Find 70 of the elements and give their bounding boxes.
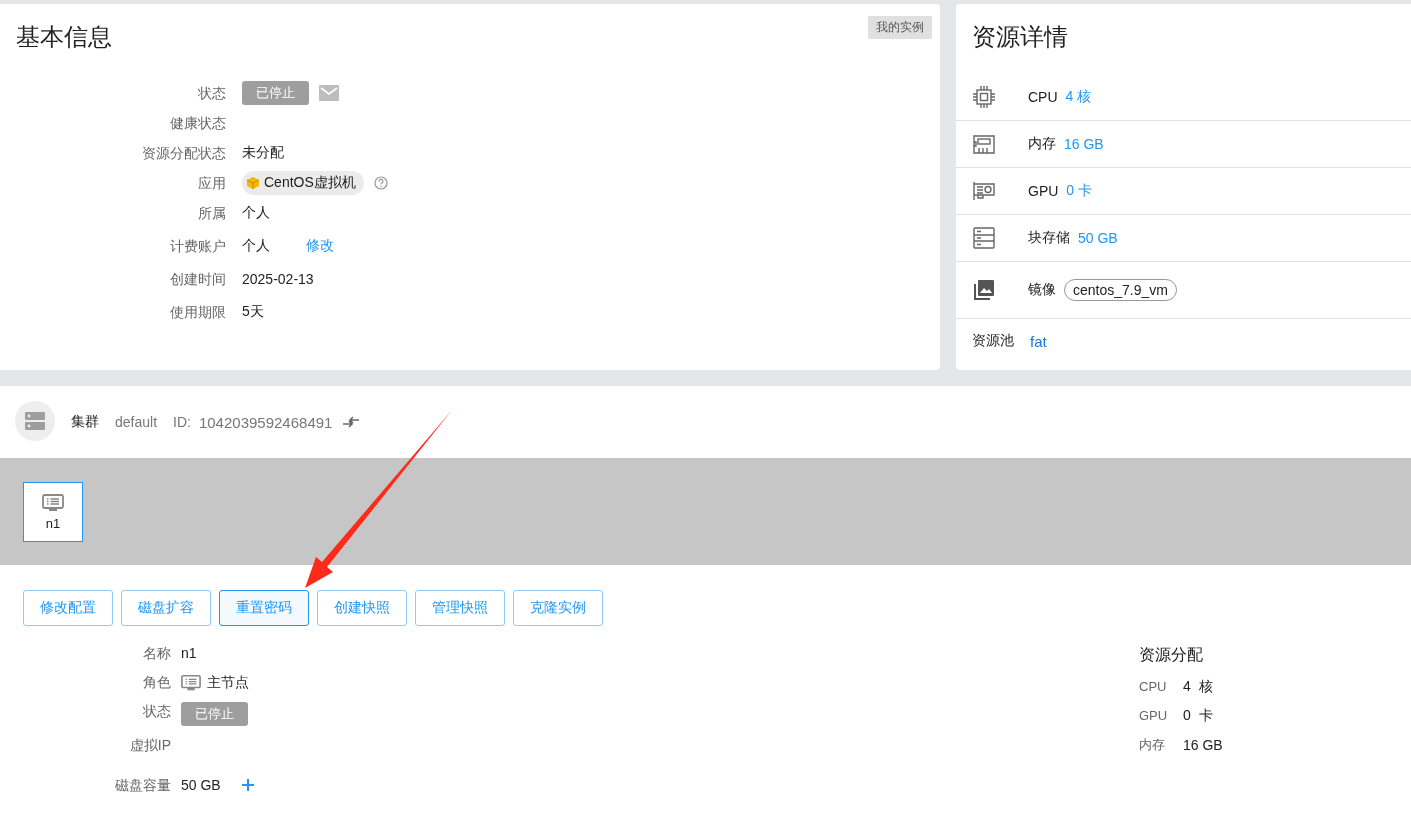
resource-value: 4 核 (1065, 88, 1092, 106)
field-value: 主节点 (207, 673, 249, 692)
resource-value: 16 GB (1064, 136, 1104, 152)
resource-value: 50 GB (1078, 230, 1118, 246)
field-label: 虚拟IP (128, 736, 171, 755)
field-label: 状态 (142, 702, 171, 721)
action-button[interactable]: 创建快照 (317, 590, 407, 626)
field-value: 5天 (242, 303, 264, 321)
allocation-label: GPU (1139, 708, 1169, 723)
field-value: 个人 (242, 204, 270, 222)
card-title: 资源详情 (972, 22, 1069, 52)
allocation-value: 16 GB (1183, 736, 1223, 753)
action-button[interactable]: 管理快照 (415, 590, 505, 626)
tag-badge: 我的实例 (868, 16, 932, 39)
allocation-value: 4 核 (1183, 677, 1213, 696)
storage-icon (972, 226, 996, 250)
cluster-id: 1042039592468491 (198, 413, 333, 431)
help-icon[interactable] (373, 176, 388, 190)
action-button[interactable]: 重置密码 (219, 590, 309, 626)
field-value: n1 (181, 644, 197, 663)
image-icon (972, 278, 996, 302)
node-tile[interactable]: n1 (23, 482, 83, 542)
action-button[interactable]: 克隆实例 (513, 590, 603, 626)
field-label: 所属 (197, 204, 226, 223)
field-label: 使用期限 (169, 303, 226, 322)
field-label: 计费账户 (169, 237, 226, 256)
field-label: 健康状态 (169, 114, 226, 133)
field-label: 资源分配状态 (141, 144, 226, 163)
memory-icon (972, 133, 996, 155)
field-label: 应用 (197, 174, 226, 193)
resource-value: 0 卡 (1066, 182, 1093, 200)
monitor-icon (42, 493, 64, 512)
resource-label: 块存储 (1028, 229, 1070, 247)
resource-label: GPU (1028, 183, 1059, 199)
cube-icon (246, 176, 260, 190)
field-value: 2025-02-13 (242, 271, 314, 287)
field-value: 未分配 (242, 144, 284, 162)
resource-label: CPU (1028, 89, 1058, 105)
field-label: 角色 (142, 673, 171, 692)
chip-icon (972, 85, 996, 109)
field-value: 50 GB (181, 776, 221, 795)
field-label: 磁盘容量 (114, 776, 171, 795)
resource-label: 镜像 (1028, 281, 1056, 299)
edit-link[interactable]: 修改 (306, 237, 334, 255)
id-label: ID: (173, 414, 191, 430)
field-label: 创建时间 (169, 270, 226, 289)
status-badge: 已停止 (242, 81, 309, 105)
allocation-value: 0 卡 (1183, 706, 1213, 725)
graphics-card-icon (972, 180, 996, 202)
server-icon (25, 412, 45, 430)
action-button[interactable]: 修改配置 (23, 590, 113, 626)
mail-icon[interactable] (319, 85, 339, 101)
field-label: 状态 (197, 84, 226, 103)
card-title: 基本信息 (16, 22, 112, 52)
cluster-name: default (115, 414, 158, 430)
monitor-icon (181, 673, 201, 692)
resource-label: 内存 (1028, 135, 1056, 153)
swap-arrows-icon[interactable] (342, 416, 361, 428)
section-title: 资源分配 (1139, 645, 1204, 665)
cluster-label: 集群 (71, 413, 99, 431)
pool-value[interactable]: fat (1030, 332, 1047, 350)
field-label: 名称 (142, 644, 171, 663)
app-chip[interactable]: CentOS虚拟机 (242, 171, 364, 195)
add-icon[interactable] (240, 778, 255, 792)
status-badge: 已停止 (181, 702, 248, 726)
pool-label: 资源池 (972, 332, 1014, 350)
action-button[interactable]: 磁盘扩容 (121, 590, 211, 626)
allocation-label: CPU (1139, 679, 1168, 694)
allocation-label: 内存 (1139, 735, 1166, 754)
field-value: 个人 (242, 237, 270, 255)
